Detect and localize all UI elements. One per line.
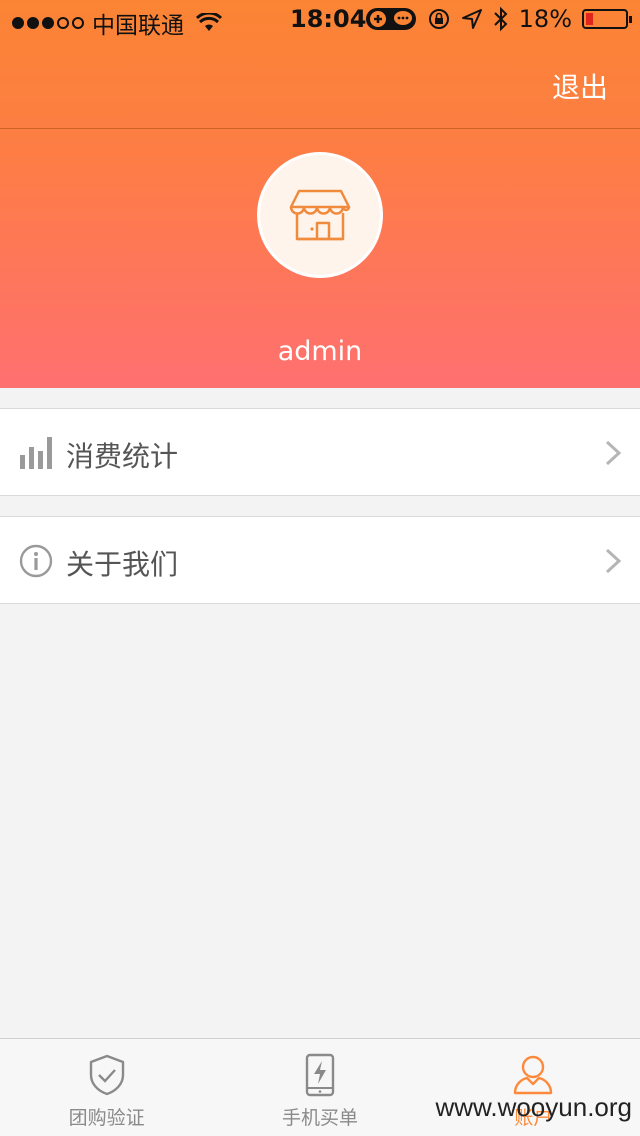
battery-level-fill — [586, 13, 593, 25]
phone-bolt-icon — [305, 1053, 335, 1097]
status-left: 中国联通 — [12, 6, 222, 40]
chevron-right-icon — [605, 548, 622, 574]
chevron-right-icon — [605, 440, 622, 466]
logout-button[interactable]: 退出 — [552, 66, 608, 106]
tab-label: 手机买单 — [281, 1107, 358, 1129]
avatar[interactable] — [257, 152, 383, 278]
bar-chart-icon — [20, 437, 52, 469]
tab-mobile-pay[interactable]: 手机买单 — [213, 1039, 426, 1136]
rotation-lock-icon — [428, 9, 449, 29]
nav-divider — [0, 128, 640, 129]
store-icon — [289, 189, 351, 241]
status-bar: 中国联通 18:04 18% — [0, 0, 640, 40]
info-icon — [19, 544, 53, 578]
menu-item-label: 消费统计 — [66, 440, 179, 473]
user-icon — [514, 1055, 553, 1095]
status-time: 18:04 — [290, 5, 367, 33]
tab-label: 团购验证 — [68, 1107, 145, 1129]
location-arrow-icon — [461, 9, 482, 29]
menu-item-label: 关于我们 — [66, 548, 179, 581]
status-right: 18% — [365, 5, 632, 33]
app-badges-icon — [365, 8, 416, 30]
username: admin — [277, 336, 363, 367]
battery-percent: 18% — [518, 5, 572, 33]
nav-bar: 退出 — [0, 40, 640, 128]
signal-strength-icon — [12, 17, 84, 29]
wifi-icon — [196, 13, 222, 31]
header-background: 中国联通 18:04 18% 退出 admin — [0, 0, 640, 388]
battery-icon — [582, 9, 632, 29]
menu-item-consumption-stats[interactable]: 消费统计 — [0, 408, 640, 496]
tab-groupon-verify[interactable]: 团购验证 — [0, 1039, 213, 1136]
carrier-name: 中国联通 — [92, 13, 184, 39]
bluetooth-icon — [493, 6, 508, 32]
watermark-text: www.wooyun.org — [435, 1092, 632, 1122]
shield-check-icon — [89, 1054, 124, 1096]
menu-item-about-us[interactable]: 关于我们 — [0, 516, 640, 604]
